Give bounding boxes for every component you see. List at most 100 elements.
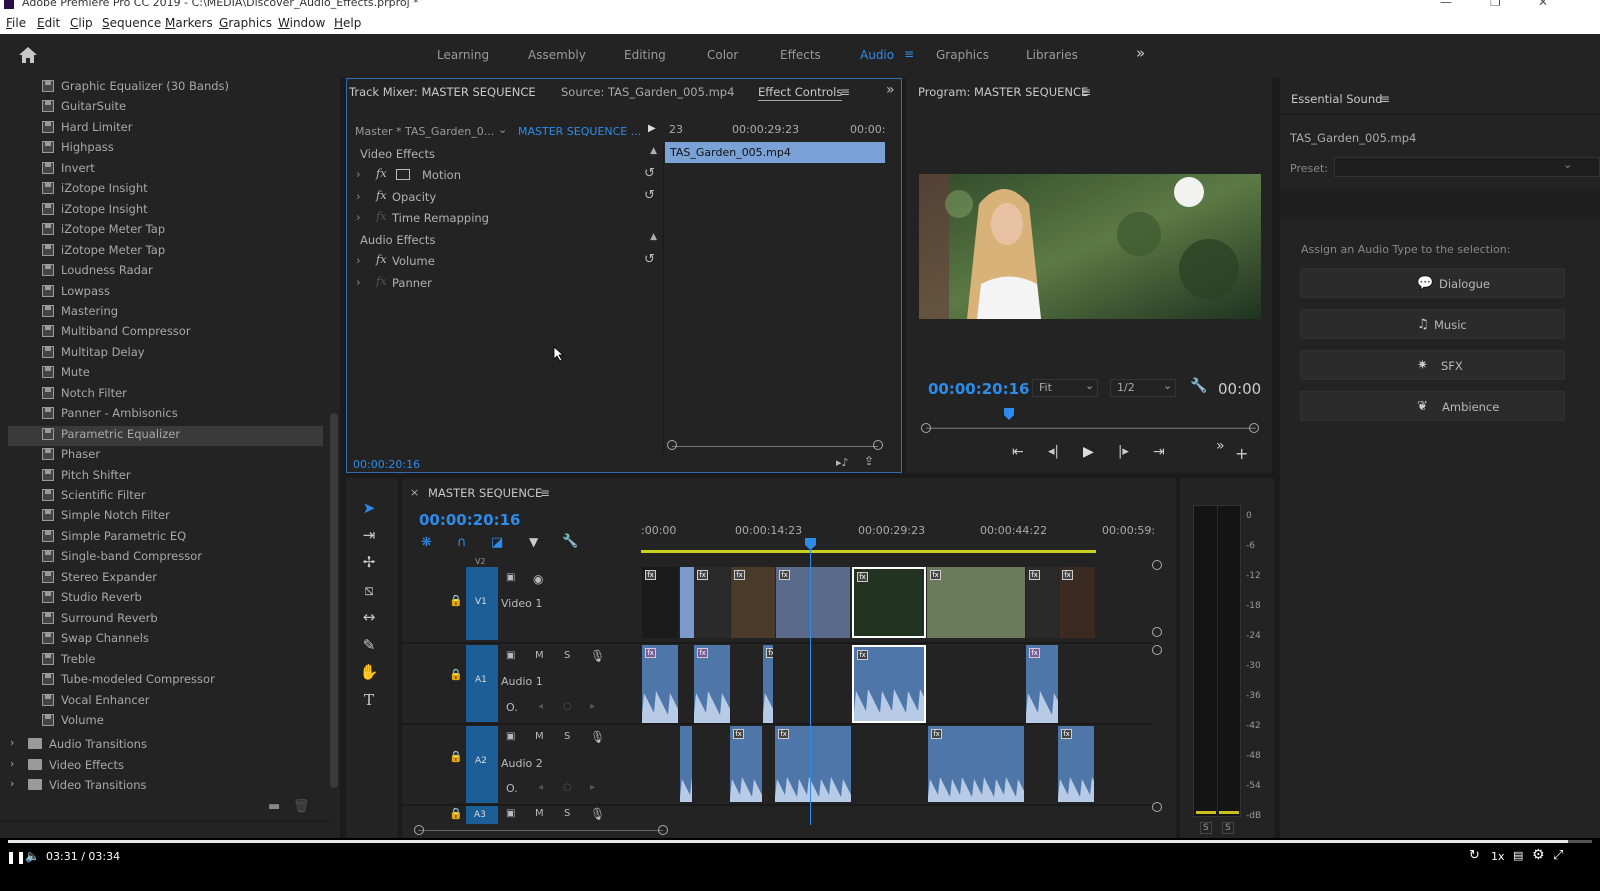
effect-list-item[interactable]: Simple Notch Filter xyxy=(42,507,327,527)
meter-solo-left-button[interactable]: S xyxy=(1200,822,1212,834)
audio-clip[interactable]: fx xyxy=(1058,726,1094,802)
effect-list-item[interactable]: Highpass xyxy=(42,139,327,159)
more-controls-icon[interactable]: » xyxy=(1216,438,1225,454)
workspace-overflow-button[interactable]: » xyxy=(1136,44,1145,62)
nest-icon[interactable]: ❋ xyxy=(421,535,432,550)
reset-icon[interactable]: ↺ xyxy=(644,188,655,203)
program-zoom-handle[interactable] xyxy=(921,423,931,433)
chevron-right-icon[interactable]: › xyxy=(356,210,361,224)
go-to-out-icon[interactable]: ⇥ xyxy=(1153,444,1165,460)
audio-clip[interactable]: fx xyxy=(928,726,1024,802)
ripple-edit-tool-icon[interactable]: ✢ xyxy=(358,553,380,575)
workspace-assembly[interactable]: Assembly xyxy=(528,48,586,62)
zoom-select[interactable]: Fit ⌄ xyxy=(1032,379,1098,397)
video-clip[interactable]: fx xyxy=(642,567,678,638)
eye-icon[interactable]: ◉ xyxy=(533,572,543,586)
tab-effect-controls[interactable]: Effect Controls xyxy=(758,85,843,101)
pause-icon[interactable]: ❚❚ xyxy=(6,850,26,864)
timeline-playhead[interactable] xyxy=(810,540,811,825)
chevron-right-icon[interactable]: › xyxy=(10,777,14,790)
program-menu-icon[interactable]: ≡ xyxy=(1081,85,1091,99)
new-folder-icon[interactable]: ▬ xyxy=(268,799,280,814)
microphone-icon[interactable]: 🎙 xyxy=(590,807,605,821)
effect-row-volume[interactable]: › fx Volume ↺ xyxy=(348,252,663,273)
microphone-icon[interactable]: 🎙 xyxy=(590,649,605,663)
fullscreen-icon[interactable]: ⤢ xyxy=(1553,848,1563,863)
vertical-zoom-handle[interactable] xyxy=(1152,645,1162,655)
effect-row-time-remapping[interactable]: › fx Time Remapping xyxy=(348,209,663,230)
slip-tool-icon[interactable]: ↔ xyxy=(358,608,380,630)
effect-list-item[interactable]: Vocal Enhancer xyxy=(42,692,327,712)
hand-tool-icon[interactable]: ✋ xyxy=(358,663,380,685)
menu-sequence[interactable]: Sequence xyxy=(102,16,161,30)
maximize-button[interactable]: ❐ xyxy=(1490,0,1501,8)
toggle-sync-lock-icon[interactable]: ▣ xyxy=(506,650,515,661)
audio-clip[interactable]: fx xyxy=(642,645,678,723)
filter-audio-icon[interactable]: ▸♪ xyxy=(836,456,849,469)
workspace-graphics[interactable]: Graphics xyxy=(936,48,989,62)
volume-knob-icon[interactable]: O. xyxy=(506,782,518,795)
effect-list-item[interactable]: Multitap Delay xyxy=(42,344,327,364)
step-forward-icon[interactable]: |▸ xyxy=(1118,444,1129,459)
horizontal-scroll-bar[interactable] xyxy=(418,830,663,831)
minimize-button[interactable]: — xyxy=(1440,0,1452,8)
video-clip[interactable]: fx xyxy=(776,567,850,638)
video-clip[interactable]: fx xyxy=(927,567,1025,638)
effect-list-item[interactable]: Swap Channels xyxy=(42,630,327,650)
delete-icon[interactable]: 🗑 xyxy=(293,799,310,814)
video-clip[interactable]: fx xyxy=(731,567,775,638)
effect-list-item[interactable]: Single-band Compressor xyxy=(42,548,327,568)
resolution-select[interactable]: 1/2 ⌄ xyxy=(1110,379,1176,397)
effect-list-item[interactable]: Panner - Ambisonics xyxy=(42,405,327,425)
effects-scrollbar[interactable] xyxy=(330,413,338,788)
ec-zoom-bar[interactable] xyxy=(672,446,878,447)
vertical-zoom-handle[interactable] xyxy=(1152,802,1162,812)
work-area-bar[interactable] xyxy=(641,550,1096,553)
track-a3-target[interactable]: A3 xyxy=(466,806,498,824)
play-icon[interactable]: ▶ xyxy=(648,123,656,134)
music-button[interactable]: ♫ Music xyxy=(1300,309,1565,339)
sfx-button[interactable]: ✷ SFX xyxy=(1300,350,1565,380)
effect-list-item[interactable]: iZotope Meter Tap xyxy=(42,242,327,262)
prev-keyframe-icon[interactable]: ◂ xyxy=(538,701,543,712)
audio-clip[interactable]: fx xyxy=(763,645,773,723)
timeline-menu-icon[interactable]: ≡ xyxy=(540,486,550,500)
effect-list-item[interactable]: Graphic Equalizer (30 Bands) xyxy=(42,78,327,98)
tab-track-mixer[interactable]: Track Mixer: MASTER SEQUENCE xyxy=(349,85,536,99)
horizontal-zoom-handle[interactable] xyxy=(658,825,668,835)
track-select-tool-icon[interactable]: ⇥ xyxy=(358,526,380,548)
button-editor-icon[interactable]: + xyxy=(1235,444,1248,463)
selection-tool-icon[interactable]: ➤ xyxy=(358,499,380,521)
pen-tool-icon[interactable]: ✎ xyxy=(358,636,380,658)
timeline-playhead-handle[interactable] xyxy=(805,538,816,550)
vertical-zoom-handle[interactable] xyxy=(1152,560,1162,570)
lock-icon[interactable]: 🔒 xyxy=(449,594,463,607)
video-clip[interactable]: fx xyxy=(694,567,730,638)
home-icon[interactable] xyxy=(18,46,38,64)
workspace-libraries[interactable]: Libraries xyxy=(1026,48,1078,62)
audio-clip[interactable]: fx xyxy=(730,726,762,802)
fx-icon[interactable]: fx xyxy=(376,166,387,180)
ec-ruler[interactable]: 23 00:00:29:23 00:00: xyxy=(665,119,889,141)
close-button[interactable]: ✕ xyxy=(1538,0,1548,8)
chevron-right-icon[interactable]: › xyxy=(356,189,361,203)
effect-list-item[interactable]: Stereo Expander xyxy=(42,569,327,589)
timeline-timecode[interactable]: 00:00:20:16 xyxy=(419,511,521,529)
program-zoom-handle[interactable] xyxy=(1249,423,1259,433)
audio-effects-header[interactable]: Audio Effects ▲ xyxy=(348,230,663,250)
program-scrub-track[interactable] xyxy=(926,428,1256,429)
linked-selection-icon[interactable]: ◪ xyxy=(491,535,503,550)
collapse-icon[interactable]: ▲ xyxy=(650,232,657,242)
export-icon[interactable]: ⇪ xyxy=(864,454,874,468)
fx-icon[interactable]: fx xyxy=(376,252,387,266)
sequence-clip-label[interactable]: MASTER SEQUENCE ... xyxy=(518,125,641,138)
menu-file[interactable]: File xyxy=(6,16,26,30)
workspace-effects[interactable]: Effects xyxy=(780,48,821,62)
effect-list-item[interactable]: Multiband Compressor xyxy=(42,323,327,343)
menu-edit[interactable]: Edit xyxy=(37,16,60,30)
menu-help[interactable]: Help xyxy=(334,16,361,30)
workspace-editing[interactable]: Editing xyxy=(624,48,666,62)
microphone-icon[interactable]: 🎙 xyxy=(590,730,605,744)
program-playhead[interactable] xyxy=(1003,408,1014,420)
audio-clip[interactable]: fx xyxy=(852,645,926,723)
